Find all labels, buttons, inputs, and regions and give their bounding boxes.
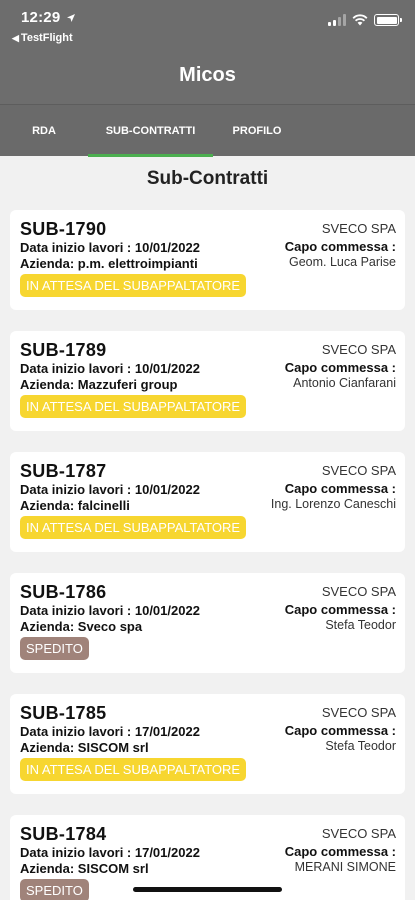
tab-profilo[interactable]: PROFILO (226, 105, 288, 157)
capo-commessa-label: Capo commessa : (284, 239, 396, 254)
contract-company: SVECO SPA (321, 221, 396, 236)
status-badge: IN ATTESA DEL SUBAPPALTATORE (20, 758, 247, 781)
battery-icon (374, 14, 402, 26)
capo-commessa-label: Capo commessa : (284, 844, 396, 859)
back-arrow-icon: ◀ (12, 33, 19, 43)
status-badge: SPEDITO (20, 637, 89, 660)
contract-card[interactable]: SUB-1786 SVECO SPA Data inizio lavori : … (10, 573, 405, 673)
capo-commessa-name: Ing. Lorenzo Caneschi (270, 497, 396, 511)
status-badge: IN ATTESA DEL SUBAPPALTATORE (20, 274, 247, 297)
contracts-list: SUB-1790 SVECO SPA Data inizio lavori : … (10, 210, 405, 900)
contract-company: SVECO SPA (321, 463, 396, 478)
capo-commessa-name: Geom. Luca Parise (289, 255, 396, 269)
contract-company: SVECO SPA (321, 342, 396, 357)
location-arrow-icon (67, 14, 75, 22)
wifi-icon (352, 14, 368, 26)
status-time: 12:29 (21, 9, 61, 26)
tab-sub-contratti[interactable]: SUB-CONTRATTI (88, 105, 213, 157)
contract-card[interactable]: SUB-1787 SVECO SPA Data inizio lavori : … (10, 452, 405, 552)
page-title: Sub-Contratti (146, 168, 269, 189)
capo-commessa-name: Stefa Teodor (325, 618, 396, 632)
contract-company: SVECO SPA (321, 826, 396, 841)
status-badge: IN ATTESA DEL SUBAPPALTATORE (20, 516, 247, 539)
status-badge: SPEDITO (20, 879, 89, 900)
status-bar: 12:29 ◀ TestFlight (0, 0, 415, 52)
capo-commessa-label: Capo commessa : (284, 481, 396, 496)
tab-rda[interactable]: RDA (18, 105, 70, 157)
status-badge: IN ATTESA DEL SUBAPPALTATORE (20, 395, 247, 418)
capo-commessa-label: Capo commessa : (284, 360, 396, 375)
tab-label: PROFILO (232, 125, 282, 137)
contract-card[interactable]: SUB-1789 SVECO SPA Data inizio lavori : … (10, 331, 405, 431)
home-indicator[interactable] (133, 887, 282, 892)
tab-bar: RDA SUB-CONTRATTI PROFILO (0, 104, 415, 157)
contract-company: SVECO SPA (321, 705, 396, 720)
capo-commessa-label: Capo commessa : (284, 723, 396, 738)
status-indicators (328, 14, 402, 26)
tab-label: RDA (32, 125, 56, 137)
contract-card[interactable]: SUB-1785 SVECO SPA Data inizio lavori : … (10, 694, 405, 794)
contract-card[interactable]: SUB-1790 SVECO SPA Data inizio lavori : … (10, 210, 405, 310)
app-header: 12:29 ◀ TestFlight Micos RDA SUB-CONTRAT… (0, 0, 415, 157)
app-title: Micos (179, 64, 236, 86)
capo-commessa-name: MERANI SIMONE (294, 860, 396, 874)
cellular-signal-icon (328, 14, 346, 26)
capo-commessa-name: Antonio Cianfarani (293, 376, 396, 390)
back-to-app-link[interactable]: ◀ TestFlight (12, 32, 73, 44)
capo-commessa-name: Stefa Teodor (325, 739, 396, 753)
tab-label: SUB-CONTRATTI (105, 125, 196, 137)
back-app-label: TestFlight (20, 32, 73, 44)
contract-company: SVECO SPA (321, 584, 396, 599)
capo-commessa-label: Capo commessa : (284, 602, 396, 617)
